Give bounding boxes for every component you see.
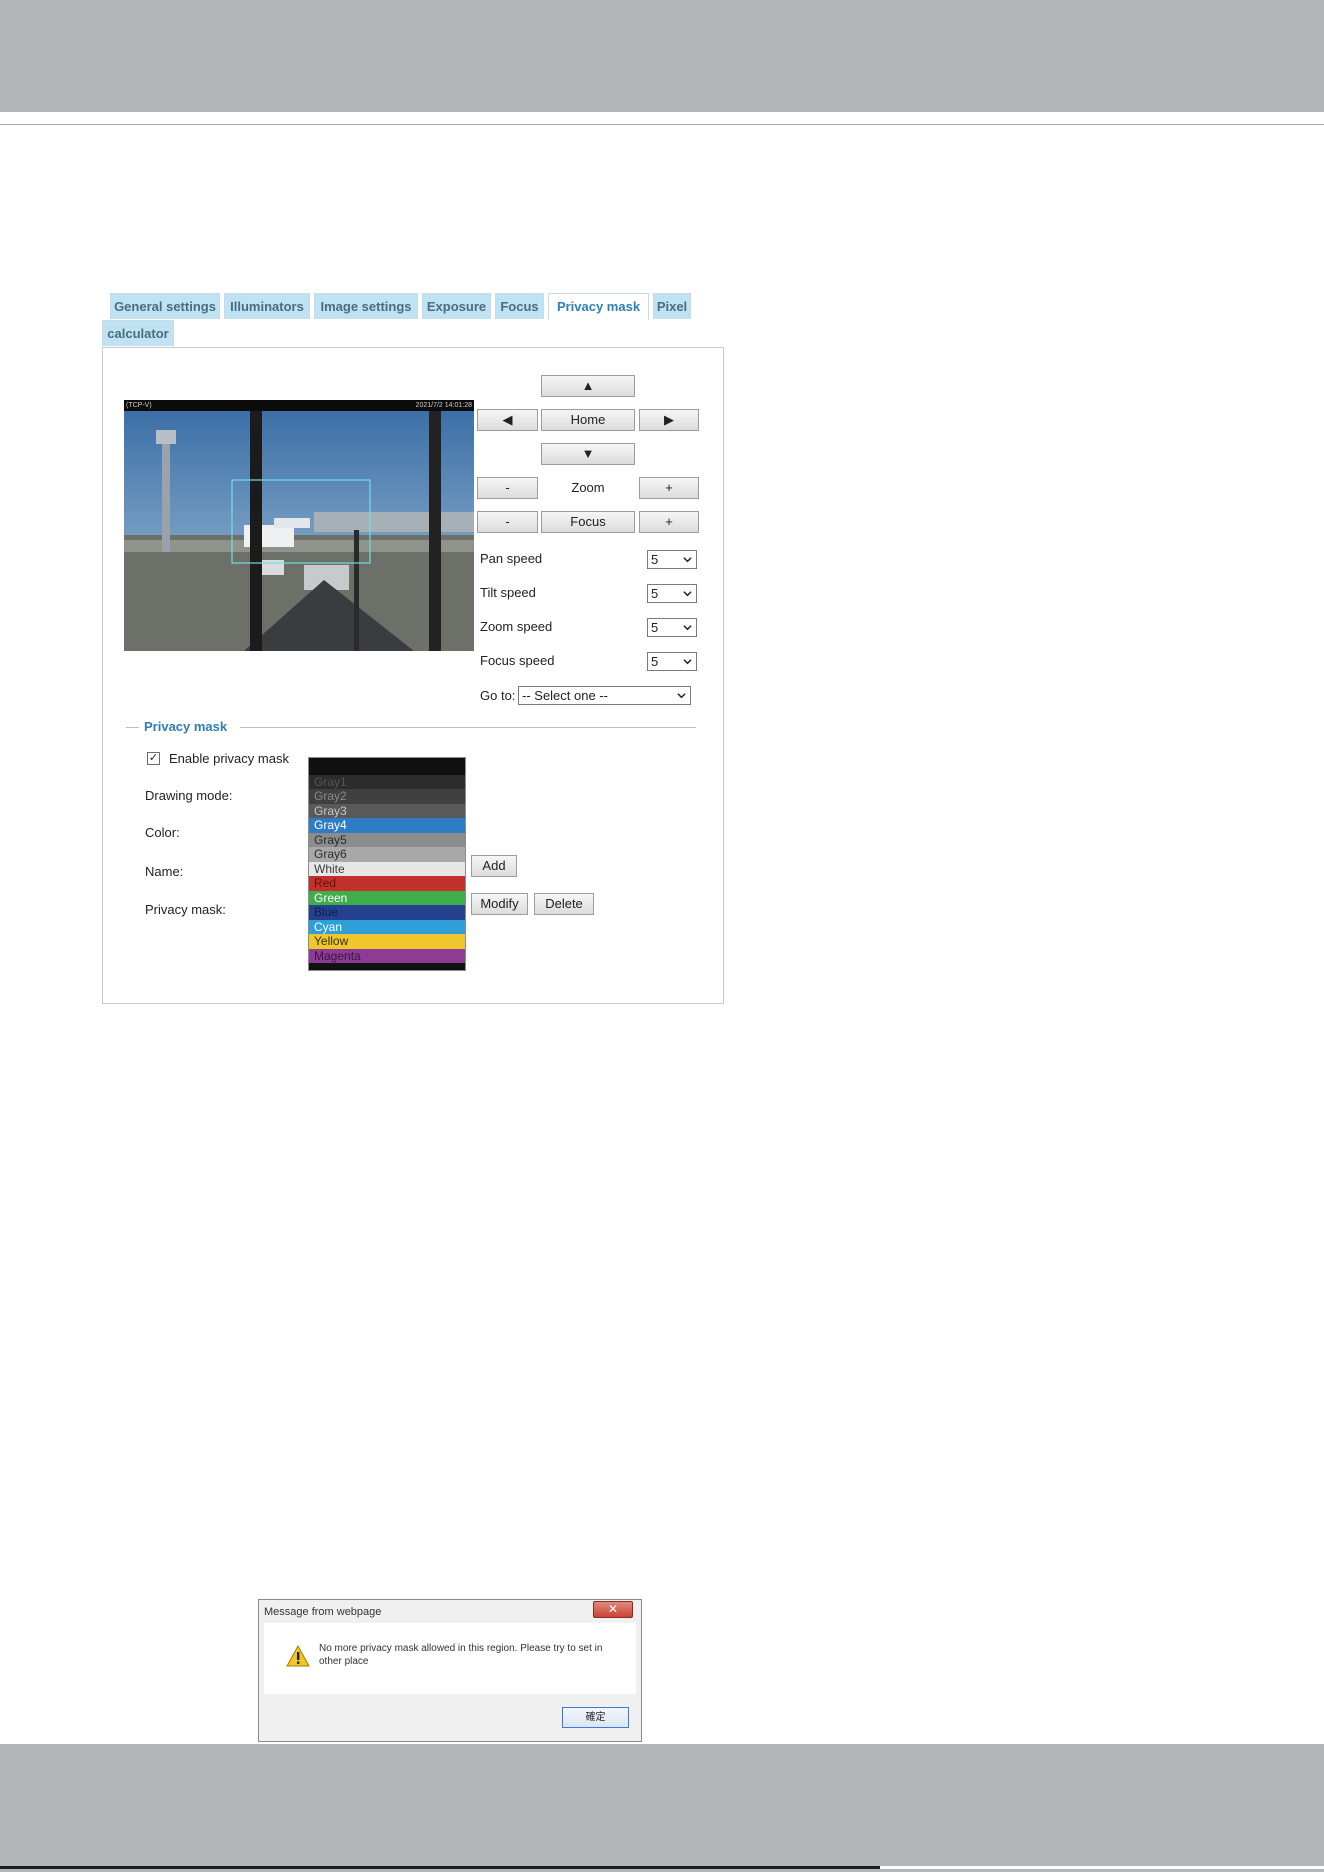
zoom-in-button[interactable]: + bbox=[639, 477, 699, 499]
tab-pixel-calculator-cont[interactable]: calculator bbox=[102, 320, 174, 346]
tilt-up-button[interactable]: ▲ bbox=[541, 375, 635, 397]
video-stream-label: (TCP-V) bbox=[126, 402, 152, 409]
delete-button[interactable]: Delete bbox=[534, 893, 594, 915]
chevron-down-icon bbox=[683, 591, 692, 597]
tab-exposure[interactable]: Exposure bbox=[422, 293, 491, 319]
tab-pixel-calculator[interactable]: Pixel bbox=[653, 293, 691, 319]
color-option[interactable]: Gray5 bbox=[309, 832, 465, 847]
zoom-out-button[interactable]: - bbox=[477, 477, 538, 499]
tilt-speed-select[interactable]: 5 bbox=[647, 584, 697, 603]
color-option[interactable]: Gray6 bbox=[309, 847, 465, 862]
video-status-bar: (TCP-V) 2021/7/2 14:01:28 bbox=[124, 400, 474, 411]
chevron-down-icon bbox=[683, 557, 692, 563]
enable-privacy-mask-checkbox[interactable]: ✓ bbox=[147, 752, 160, 765]
footer-rule-gap bbox=[880, 1866, 1324, 1869]
pan-speed-label: Pan speed bbox=[480, 551, 543, 566]
tilt-speed-value: 5 bbox=[651, 586, 659, 601]
color-dropdown-list[interactable]: Gray1 Gray2 Gray3 Gray4 Gray5 Gray6 White Red Gr… bbox=[308, 757, 466, 971]
goto-preset-select[interactable]: -- Select one -- bbox=[518, 686, 691, 705]
color-option[interactable]: Cyan bbox=[309, 919, 465, 934]
tab-illuminators[interactable]: Illuminators bbox=[224, 293, 310, 319]
camera-image bbox=[124, 411, 474, 651]
zoom-speed-value: 5 bbox=[651, 620, 659, 635]
warning-icon bbox=[286, 1645, 310, 1667]
header-rule bbox=[0, 124, 1324, 125]
focus-speed-select[interactable]: 5 bbox=[647, 652, 697, 671]
zoom-speed-select[interactable]: 5 bbox=[647, 618, 697, 637]
color-option[interactable]: Magenta bbox=[309, 948, 465, 963]
page-header-band bbox=[0, 0, 1324, 112]
chevron-down-icon bbox=[683, 659, 692, 665]
focus-far-button[interactable]: + bbox=[639, 511, 699, 533]
add-button[interactable]: Add bbox=[471, 855, 517, 877]
modify-button[interactable]: Modify bbox=[471, 893, 528, 915]
color-option[interactable]: Gray1 bbox=[309, 774, 465, 789]
color-option[interactable]: Gray3 bbox=[309, 803, 465, 818]
color-option[interactable] bbox=[309, 760, 465, 775]
color-option[interactable]: White bbox=[309, 861, 465, 876]
zoom-label: Zoom bbox=[571, 480, 605, 495]
zoom-speed-label: Zoom speed bbox=[480, 619, 553, 634]
color-option[interactable]: Gray2 bbox=[309, 789, 465, 804]
dialog-title: Message from webpage bbox=[264, 1606, 382, 1618]
privacy-mask-legend: Privacy mask bbox=[144, 719, 228, 734]
video-timestamp: 2021/7/2 14:01:28 bbox=[415, 402, 472, 409]
tilt-speed-label: Tilt speed bbox=[480, 585, 536, 600]
fieldset-border-right bbox=[240, 727, 696, 728]
focus-speed-value: 5 bbox=[651, 654, 659, 669]
footer-rule bbox=[0, 1866, 880, 1869]
pan-right-button[interactable]: ▶ bbox=[639, 409, 699, 431]
chevron-down-icon bbox=[677, 693, 686, 699]
pan-left-button[interactable]: ◀ bbox=[477, 409, 538, 431]
pan-speed-select[interactable]: 5 bbox=[647, 550, 697, 569]
tab-general-settings[interactable]: General settings bbox=[110, 293, 220, 319]
close-icon[interactable]: ✕ bbox=[593, 1601, 633, 1618]
tab-image-settings[interactable]: Image settings bbox=[314, 293, 418, 319]
color-option[interactable]: Green bbox=[309, 890, 465, 905]
message-dialog: Message from webpage ✕ No more privacy m… bbox=[258, 1599, 642, 1742]
focus-button[interactable]: Focus bbox=[541, 511, 635, 533]
chevron-down-icon bbox=[683, 625, 692, 631]
color-label: Color: bbox=[145, 825, 180, 840]
page-footer-band bbox=[0, 1744, 1324, 1872]
pan-speed-value: 5 bbox=[651, 552, 659, 567]
home-button[interactable]: Home bbox=[541, 409, 635, 431]
tab-privacy-mask[interactable]: Privacy mask bbox=[548, 293, 649, 320]
tilt-down-button[interactable]: ▼ bbox=[541, 443, 635, 465]
fieldset-border-left bbox=[126, 727, 139, 728]
dialog-body: No more privacy mask allowed in this reg… bbox=[264, 1623, 636, 1694]
ok-button[interactable]: 確定 bbox=[562, 1707, 629, 1728]
color-option[interactable]: Blue bbox=[309, 905, 465, 920]
live-video-view[interactable]: (TCP-V) 2021/7/2 14:01:28 bbox=[124, 400, 474, 651]
goto-label: Go to: bbox=[480, 688, 516, 703]
color-option[interactable]: Yellow bbox=[309, 934, 465, 949]
privacy-mask-list-label: Privacy mask: bbox=[145, 902, 226, 917]
enable-privacy-mask-label: Enable privacy mask bbox=[169, 751, 289, 766]
tab-focus[interactable]: Focus bbox=[495, 293, 544, 319]
color-option[interactable]: Gray4 bbox=[309, 818, 465, 833]
name-label: Name: bbox=[145, 864, 184, 879]
dialog-message: No more privacy mask allowed in this reg… bbox=[319, 1643, 603, 1667]
focus-speed-label: Focus speed bbox=[480, 653, 555, 668]
focus-near-button[interactable]: - bbox=[477, 511, 538, 533]
drawing-mode-label: Drawing mode: bbox=[145, 788, 233, 803]
color-option[interactable]: Red bbox=[309, 876, 465, 891]
goto-preset-value: -- Select one -- bbox=[522, 688, 608, 703]
